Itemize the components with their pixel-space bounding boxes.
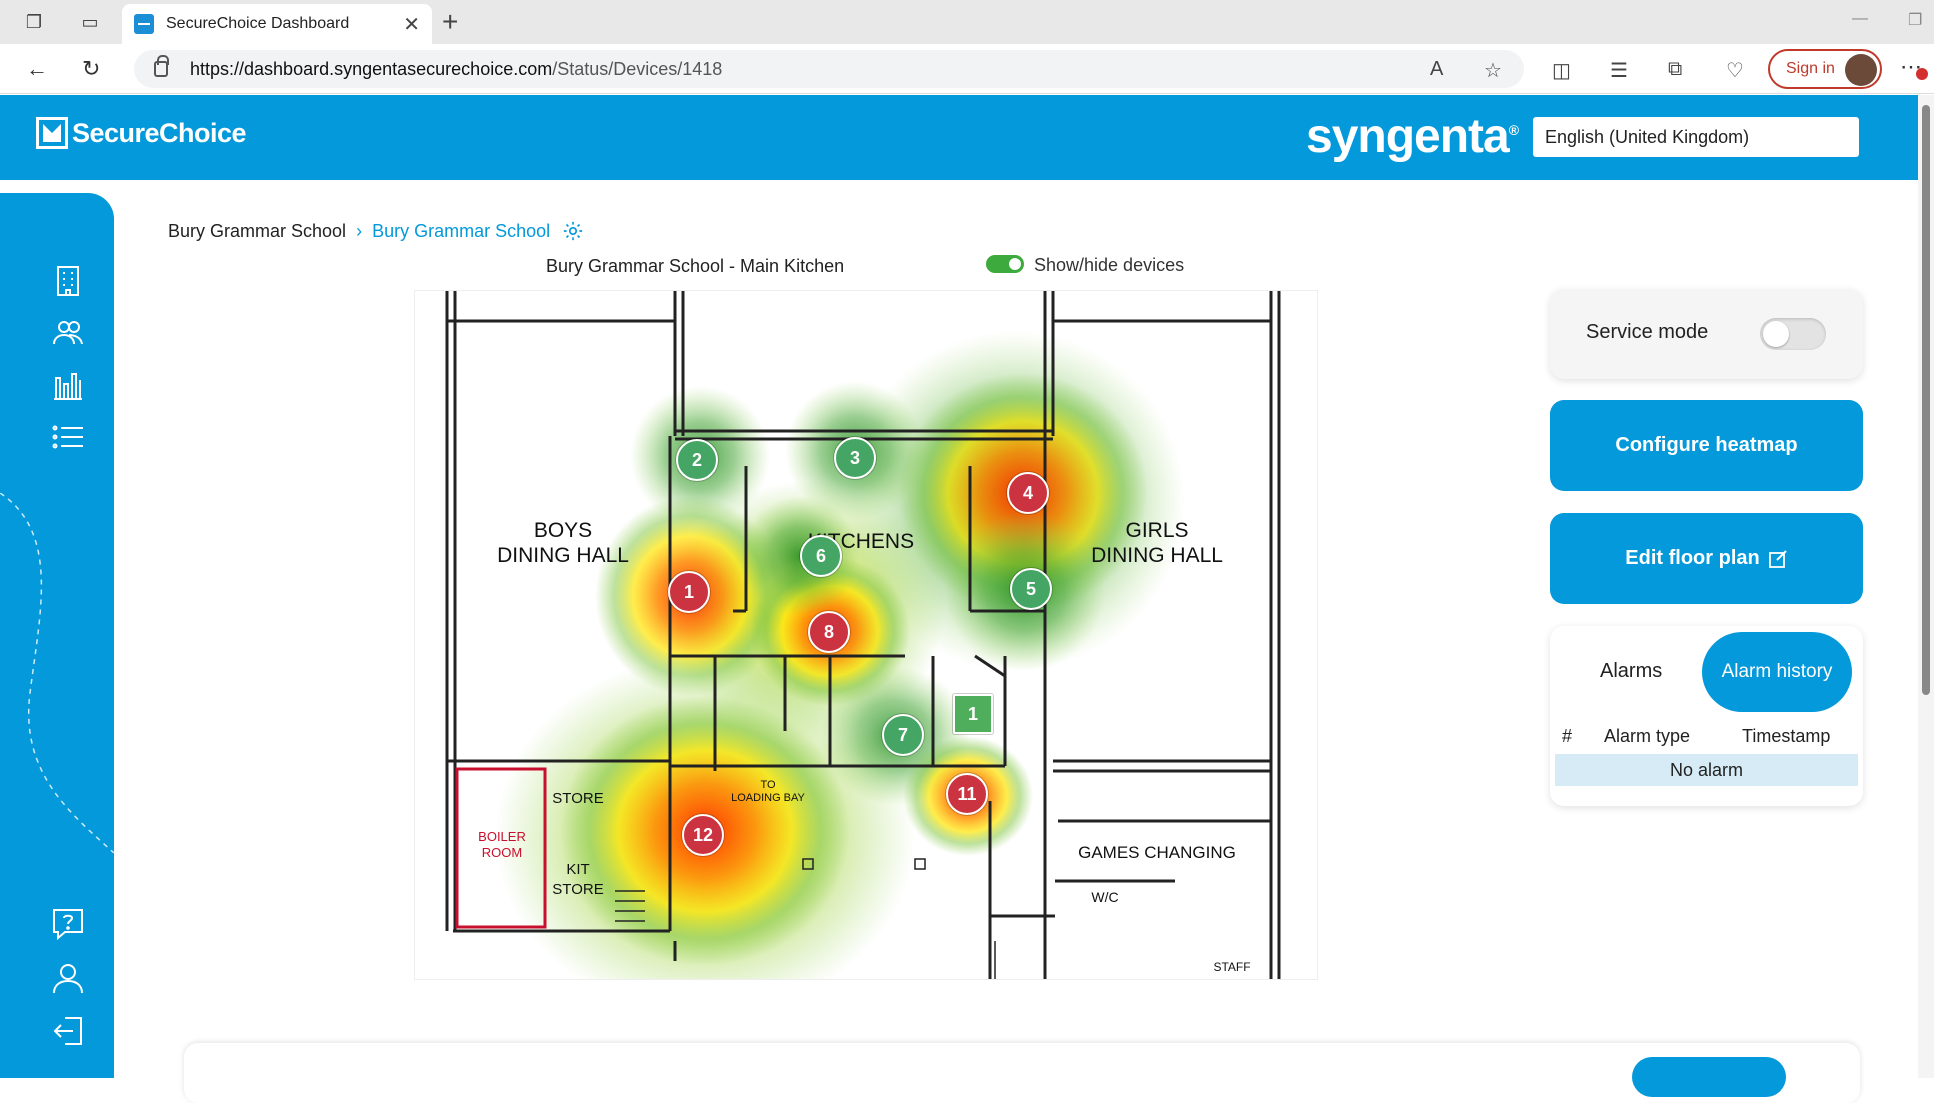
help-icon[interactable] xyxy=(50,906,86,942)
room-label-to: TO xyxy=(760,779,776,791)
browser-essentials-icon[interactable]: ♡ xyxy=(1726,58,1744,83)
logo-text: SecureChoice xyxy=(72,117,247,148)
room-label-kit: KIT xyxy=(566,861,589,878)
sign-in-button[interactable]: Sign in xyxy=(1768,49,1882,89)
workspaces-icon[interactable]: ❐ xyxy=(22,10,46,34)
room-label-staff: STAFF xyxy=(1213,960,1250,974)
address-bar-row: ← ↻ https://dashboard.syngentasecurechoi… xyxy=(0,44,1934,94)
room-label-boiler: BOILER xyxy=(478,829,526,844)
breadcrumb-parent[interactable]: Bury Grammar School xyxy=(168,221,346,242)
users-icon[interactable] xyxy=(50,315,86,351)
tab-favicon-icon xyxy=(134,14,154,34)
list-icon[interactable] xyxy=(50,419,86,455)
more-options-icon[interactable]: ⋯ xyxy=(1900,54,1928,80)
browser-tab[interactable]: SecureChoice Dashboard ✕ xyxy=(122,4,432,44)
floorplan-title: Bury Grammar School - Main Kitchen xyxy=(546,256,845,276)
sites-building-icon[interactable] xyxy=(50,263,86,299)
breadcrumb-chevron-icon: › xyxy=(356,220,363,241)
decorative-curve xyxy=(0,493,114,853)
sign-in-label: Sign in xyxy=(1786,60,1835,77)
device-marker[interactable]: 3 xyxy=(834,437,876,479)
device-marker[interactable]: 6 xyxy=(800,535,842,577)
scrollbar-thumb[interactable] xyxy=(1922,105,1930,695)
add-sensor-button[interactable] xyxy=(1632,1057,1786,1097)
new-tab-icon[interactable]: + xyxy=(442,8,458,36)
device-marker-square[interactable]: 1 xyxy=(953,694,993,734)
show-devices-label: Show/hide devices xyxy=(1034,255,1185,275)
room-label-girls: GIRLS xyxy=(1125,519,1188,542)
edit-floor-plan-label: Edit floor plan xyxy=(1625,547,1760,569)
column-header-alarm-type: Alarm type xyxy=(1604,726,1691,746)
room-label-boys: BOYS xyxy=(534,519,592,542)
floorplan-heatmap[interactable]: BOYS DINING HALL GIRLS DINING HALL KITCH… xyxy=(414,290,1318,980)
no-alarm-row: No alarm xyxy=(1555,754,1858,786)
securechoice-logo-icon xyxy=(36,117,68,149)
favorites-icon[interactable]: ☰ xyxy=(1610,58,1628,83)
tab-alarms[interactable]: Alarms xyxy=(1600,660,1662,683)
room-label-girls-2: DINING HALL xyxy=(1091,544,1223,567)
logout-icon[interactable] xyxy=(50,1013,86,1049)
lock-icon xyxy=(154,55,169,77)
tab-alarm-history[interactable]: Alarm history xyxy=(1702,632,1852,712)
syngenta-brand: syngenta® xyxy=(1306,110,1519,163)
refresh-icon[interactable]: ↻ xyxy=(82,56,100,82)
page-scrollbar[interactable] xyxy=(1918,95,1934,1078)
read-aloud-icon[interactable]: A xyxy=(1430,58,1443,81)
device-marker[interactable]: 7 xyxy=(882,714,924,756)
device-marker[interactable]: 4 xyxy=(1007,472,1049,514)
profile-icon[interactable] xyxy=(50,960,86,996)
show-devices-toggle[interactable] xyxy=(986,255,1024,273)
side-nav xyxy=(0,193,114,1078)
reports-chart-icon[interactable] xyxy=(50,367,86,403)
room-label-boys-2: DINING HALL xyxy=(497,544,629,567)
device-marker[interactable]: 5 xyxy=(1010,568,1052,610)
collections-icon[interactable]: ⧉ xyxy=(1668,58,1682,81)
service-mode-card: Service mode xyxy=(1550,289,1863,379)
breadcrumb-current[interactable]: Bury Grammar School xyxy=(372,221,550,242)
app-header: SecureChoice syngenta® English (United K… xyxy=(0,95,1918,180)
browser-tab-bar: ❐ ▭ SecureChoice Dashboard ✕ + — ❐ xyxy=(0,0,1934,44)
minimize-icon[interactable]: — xyxy=(1852,10,1868,28)
restore-icon[interactable]: ❐ xyxy=(1908,10,1922,30)
service-mode-toggle[interactable] xyxy=(1760,318,1826,350)
favorite-star-icon[interactable]: ☆ xyxy=(1484,58,1502,83)
url-text: https://dashboard.syngentasecurechoice.c… xyxy=(190,58,723,79)
alarms-card: Alarms Alarm history # Alarm type Timest… xyxy=(1550,626,1863,806)
room-label-store: STORE xyxy=(552,790,603,807)
edit-icon xyxy=(1768,549,1787,568)
device-marker[interactable]: 1 xyxy=(668,571,710,613)
tab-actions-icon[interactable]: ▭ xyxy=(78,10,102,34)
close-tab-icon[interactable]: ✕ xyxy=(403,12,420,37)
url-field[interactable]: https://dashboard.syngentasecurechoice.c… xyxy=(134,50,1524,88)
site-settings-gear-icon[interactable] xyxy=(562,220,584,242)
edit-floor-plan-button[interactable]: Edit floor plan xyxy=(1550,513,1863,604)
device-marker[interactable]: 2 xyxy=(676,439,718,481)
service-mode-label: Service mode xyxy=(1586,321,1709,343)
room-label-wc: W/C xyxy=(1091,889,1118,905)
room-label-loading-bay: LOADING BAY xyxy=(731,792,805,804)
configure-heatmap-label: Configure heatmap xyxy=(1615,434,1798,456)
device-marker[interactable]: 8 xyxy=(808,611,850,653)
breadcrumb: Bury Grammar School › Bury Grammar Schoo… xyxy=(168,220,584,242)
device-marker[interactable]: 12 xyxy=(682,814,724,856)
back-icon[interactable]: ← xyxy=(26,56,48,82)
notification-dot xyxy=(1916,68,1928,80)
column-header-timestamp: Timestamp xyxy=(1742,726,1831,746)
tab-title: SecureChoice Dashboard xyxy=(166,15,350,32)
avatar xyxy=(1845,54,1877,86)
room-label-games-changing: GAMES CHANGING xyxy=(1078,843,1236,862)
configure-heatmap-button[interactable]: Configure heatmap xyxy=(1550,400,1863,491)
room-label-kit-store: STORE xyxy=(552,881,603,898)
securechoice-logo[interactable]: SecureChoice xyxy=(36,117,247,149)
split-screen-icon[interactable]: ◫ xyxy=(1552,58,1571,83)
room-label-boiler-room: ROOM xyxy=(482,845,522,860)
column-header-hash: # xyxy=(1562,726,1573,746)
language-select[interactable]: English (United Kingdom) xyxy=(1533,117,1859,157)
sensors-card xyxy=(184,1043,1860,1103)
device-marker[interactable]: 11 xyxy=(946,773,988,815)
